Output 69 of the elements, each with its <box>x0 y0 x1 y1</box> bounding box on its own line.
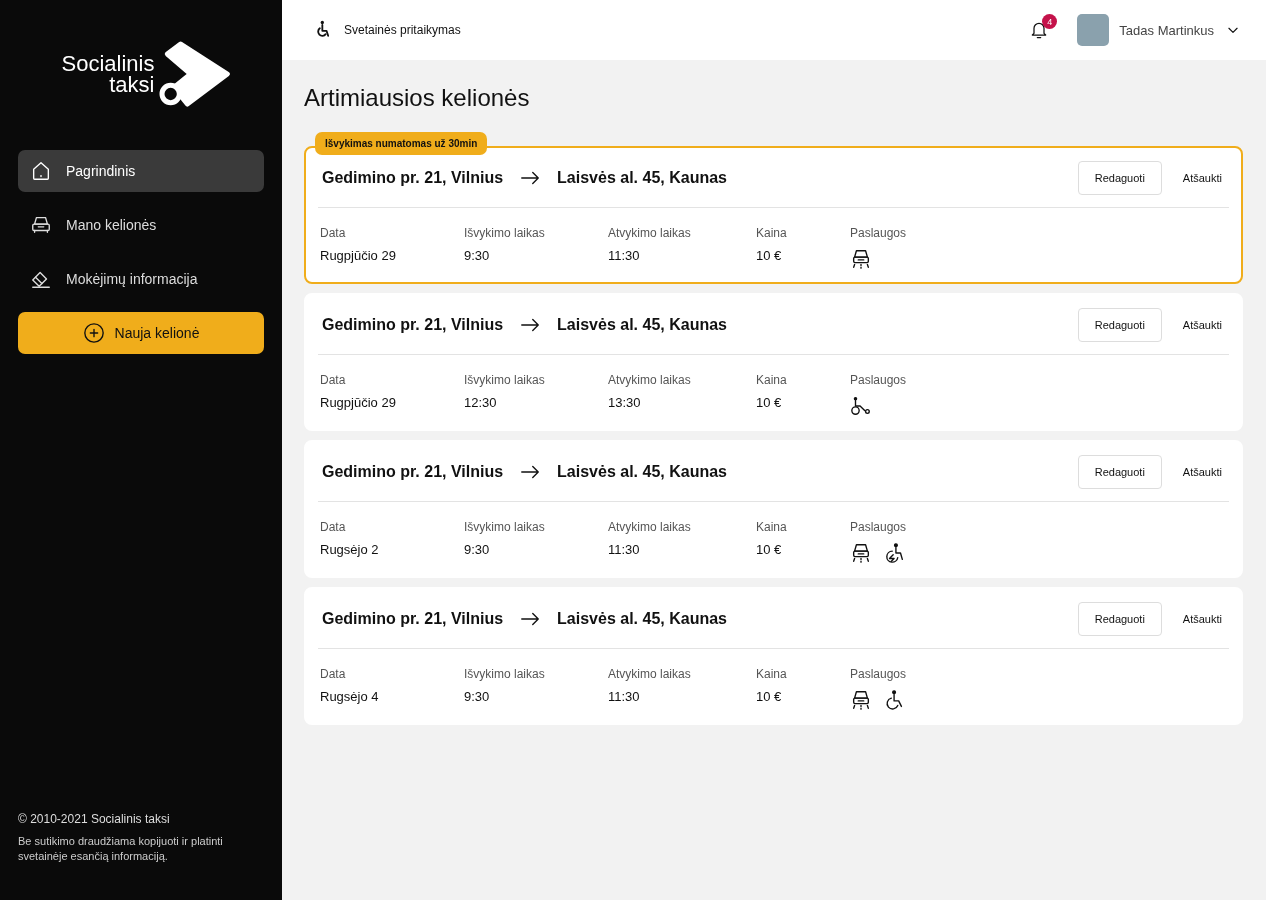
edit-button[interactable]: Redaguoti <box>1077 160 1162 195</box>
field-value: 12:30 <box>464 395 498 410</box>
field-label: Data <box>320 667 347 681</box>
field-value: Rugpjūčio 29 <box>320 395 397 410</box>
to-address: Laisvės al. 45, Kaunas <box>557 168 727 187</box>
sidebar-item[interactable]: Pagrindinis <box>18 150 264 192</box>
field-value: 10 € <box>756 248 783 263</box>
field-label: Kaina <box>756 373 788 387</box>
car-icon <box>30 214 52 236</box>
copyright-text: © 2010-2021 Socialinis taksi <box>18 812 171 826</box>
field-label: Paslaugos <box>850 520 908 534</box>
page-title: Artimiausios kelionės <box>304 84 531 112</box>
user-name[interactable]: Tadas Martinkus <box>1119 22 1214 38</box>
field-value: Rugsėjo 4 <box>320 689 380 704</box>
field-label: Paslaugos <box>850 226 908 240</box>
field-value: 10 € <box>756 542 783 557</box>
field-value: 9:30 <box>464 689 491 704</box>
car-icon <box>850 689 872 711</box>
edit-button[interactable]: Redaguoti <box>1077 307 1162 342</box>
field-label: Atvykimo laikas <box>608 667 692 681</box>
field-label: Kaina <box>756 667 788 681</box>
field-value: 10 € <box>756 395 783 410</box>
from-address: Gedimino pr. 21, Vilnius <box>322 462 504 481</box>
notification-count: 4 <box>1042 14 1058 29</box>
field-label: Data <box>320 373 347 387</box>
field-value: 11:30 <box>608 542 641 557</box>
car-icon <box>850 542 872 564</box>
logo-text: Socialinis taksi <box>61 53 155 95</box>
field-label: Išvykimo laikas <box>464 226 546 240</box>
field-value: 9:30 <box>464 248 491 263</box>
field-label: Kaina <box>756 520 788 534</box>
edit-button[interactable]: Redaguoti <box>1077 454 1162 489</box>
field-value: 10 € <box>756 689 783 704</box>
new-trip-button[interactable]: Nauja kelionė <box>18 312 264 354</box>
field-value: 11:30 <box>608 689 641 704</box>
field-value: Rugpjūčio 29 <box>320 248 397 263</box>
field-label: Išvykimo laikas <box>464 667 546 681</box>
home-icon <box>30 160 52 182</box>
from-address: Gedimino pr. 21, Vilnius <box>322 609 504 628</box>
field-value: 11:30 <box>608 248 641 263</box>
field-label: Kaina <box>756 226 788 240</box>
sidebar-item[interactable]: Mokėjimų informacija <box>18 258 264 300</box>
field-value: Rugsėjo 2 <box>320 542 380 557</box>
wheelchair-icon <box>884 542 906 564</box>
field-label: Paslaugos <box>850 667 908 681</box>
field-label: Atvykimo laikas <box>608 226 692 240</box>
to-address: Laisvės al. 45, Kaunas <box>557 609 727 628</box>
avatar-photo-placeholder <box>1077 14 1110 46</box>
field-label: Išvykimo laikas <box>464 373 546 387</box>
notice-text: Be sutikimo draudžiama kopijuoti ir platinti svetainėje esančią informaciją. <box>18 834 224 864</box>
field-label: Paslaugos <box>850 373 908 387</box>
to-address: Laisvės al. 45, Kaunas <box>557 462 727 481</box>
scooter-icon <box>850 395 872 417</box>
edit-button[interactable]: Redaguoti <box>1077 601 1162 636</box>
field-label: Atvykimo laikas <box>608 520 692 534</box>
from-address: Gedimino pr. 21, Vilnius <box>322 168 504 187</box>
from-address: Gedimino pr. 21, Vilnius <box>322 315 504 334</box>
car-icon <box>850 248 872 270</box>
departure-badge: Išvykimas numatomas už 30min <box>315 132 488 155</box>
sidebar-item[interactable]: Mano kelionės <box>18 204 264 246</box>
field-value: 9:30 <box>464 542 491 557</box>
accessibility-link[interactable]: Svetainės pritaikymas <box>344 23 461 37</box>
field-value: 13:30 <box>608 395 642 410</box>
field-label: Data <box>320 226 347 240</box>
field-label: Išvykimo laikas <box>464 520 546 534</box>
to-address: Laisvės al. 45, Kaunas <box>557 315 727 334</box>
field-label: Atvykimo laikas <box>608 373 692 387</box>
field-label: Data <box>320 520 347 534</box>
plus-circle-icon <box>82 322 105 344</box>
